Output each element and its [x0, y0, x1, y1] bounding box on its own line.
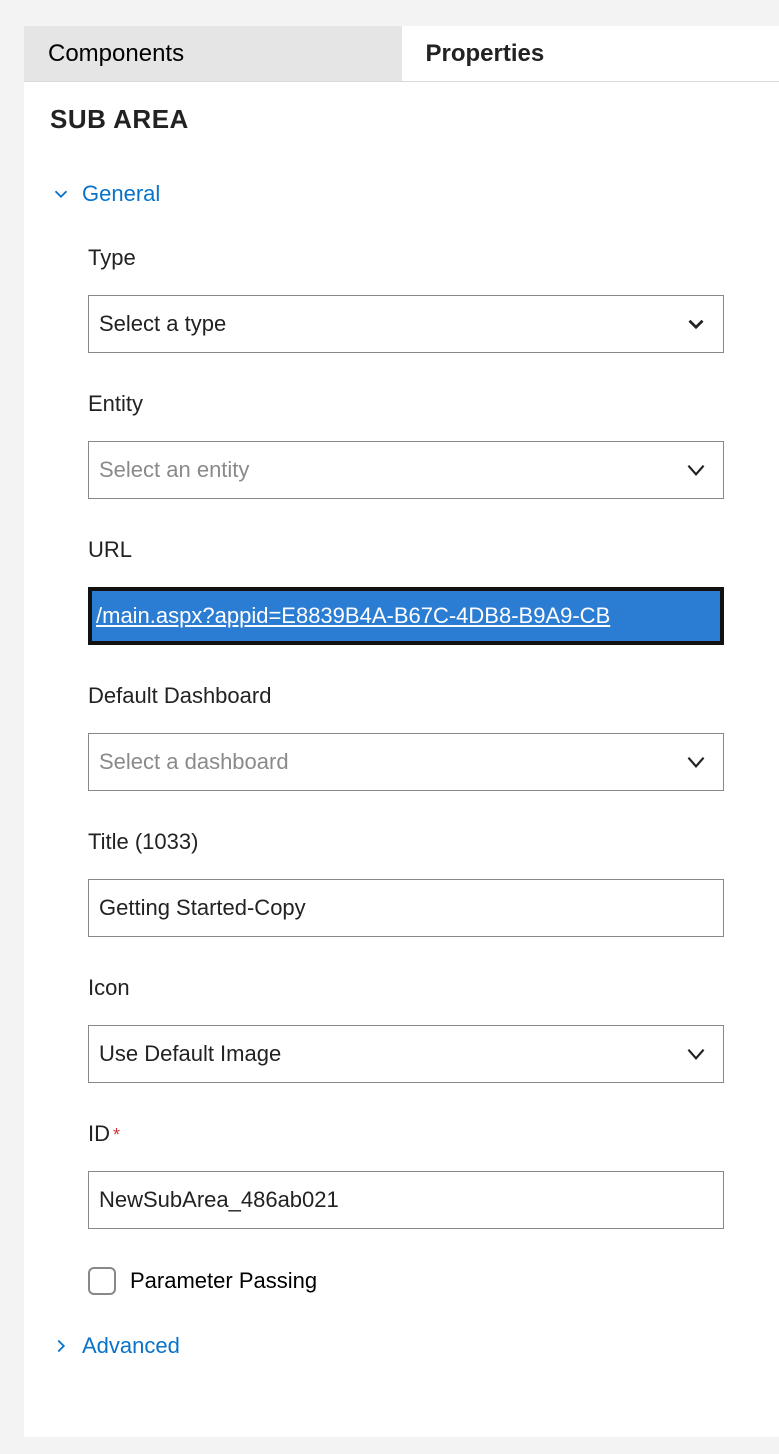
default-dashboard-select[interactable]: Select a dashboard	[88, 733, 724, 791]
entity-placeholder: Select an entity	[99, 457, 249, 483]
title-input[interactable]: Getting Started-Copy	[88, 879, 724, 937]
parameter-passing-checkbox[interactable]	[88, 1267, 116, 1295]
type-value: Select a type	[99, 311, 226, 337]
default-dashboard-label: Default Dashboard	[88, 683, 753, 709]
entity-label: Entity	[88, 391, 753, 417]
tab-components[interactable]: Components	[24, 26, 402, 81]
required-indicator: *	[113, 1125, 120, 1145]
id-label: ID*	[88, 1121, 753, 1147]
accordion-advanced-label: Advanced	[82, 1333, 180, 1359]
title-value: Getting Started-Copy	[99, 895, 306, 921]
chevron-down-icon	[683, 1041, 709, 1067]
chevron-down-icon	[683, 749, 709, 775]
id-value: NewSubArea_486ab021	[99, 1187, 339, 1213]
general-body: Type Select a type Entity Select an enti…	[50, 245, 753, 1295]
chevron-right-icon	[50, 1335, 72, 1357]
icon-select[interactable]: Use Default Image	[88, 1025, 724, 1083]
chevron-down-icon	[683, 311, 709, 337]
icon-value: Use Default Image	[99, 1041, 281, 1067]
parameter-passing-label: Parameter Passing	[130, 1268, 317, 1294]
tab-properties[interactable]: Properties	[402, 26, 779, 81]
accordion-general-label: General	[82, 181, 160, 207]
url-value: /main.aspx?appid=E8839B4A-B67C-4DB8-B9A9…	[96, 603, 610, 629]
section-title: SUB AREA	[50, 104, 753, 135]
accordion-general[interactable]: General	[50, 181, 753, 207]
accordion-advanced[interactable]: Advanced	[50, 1333, 753, 1359]
url-label: URL	[88, 537, 753, 563]
title-label: Title (1033)	[88, 829, 753, 855]
type-label: Type	[88, 245, 753, 271]
tabs: Components Properties	[24, 26, 779, 82]
id-input[interactable]: NewSubArea_486ab021	[88, 1171, 724, 1229]
url-input[interactable]: /main.aspx?appid=E8839B4A-B67C-4DB8-B9A9…	[88, 587, 724, 645]
icon-label: Icon	[88, 975, 753, 1001]
default-dashboard-placeholder: Select a dashboard	[99, 749, 289, 775]
chevron-down-icon	[50, 183, 72, 205]
type-select[interactable]: Select a type	[88, 295, 724, 353]
properties-panel: Components Properties SUB AREA General T…	[24, 26, 779, 1437]
entity-select[interactable]: Select an entity	[88, 441, 724, 499]
chevron-down-icon	[683, 457, 709, 483]
